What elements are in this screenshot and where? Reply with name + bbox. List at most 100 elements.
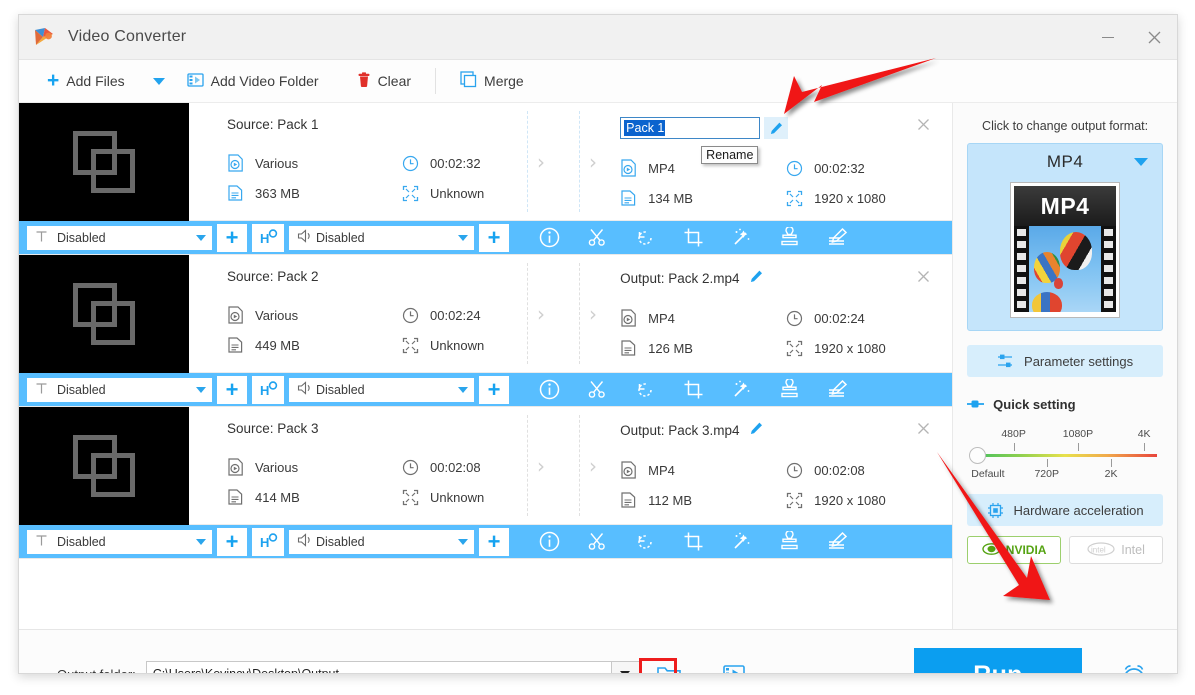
magic-wand-effect-icon[interactable]	[717, 373, 765, 407]
merge-squares-icon	[460, 71, 477, 91]
magic-wand-effect-icon[interactable]	[717, 525, 765, 559]
hardsub-button[interactable]: H	[252, 223, 284, 252]
video-thumbnail[interactable]	[19, 407, 189, 525]
clock-icon	[786, 310, 803, 327]
parameter-settings-button[interactable]: Parameter settings	[967, 345, 1163, 377]
speaker-icon	[297, 229, 314, 246]
intel-option[interactable]: intel Intel	[1069, 536, 1164, 564]
watermark-stamp-icon[interactable]	[765, 221, 813, 255]
rename-button[interactable]	[749, 421, 764, 439]
rotate-icon[interactable]	[621, 221, 669, 255]
bottom-bar: Output folder: C:\Users\Kevincy\Desktop\…	[19, 629, 1177, 674]
output-info: Output: Pack 2.mp4 MP4 00:02:24 126 MB 1…	[592, 255, 952, 372]
subtitle-edit-icon[interactable]	[813, 525, 861, 559]
add-subtitle-button[interactable]: +	[217, 223, 247, 252]
info-icon[interactable]	[525, 221, 573, 255]
add-subtitle-button[interactable]: +	[217, 527, 247, 556]
film-strip-left	[1014, 226, 1030, 312]
rotate-icon[interactable]	[621, 373, 669, 407]
add-files-dropdown-caret-down-icon[interactable]	[152, 77, 165, 85]
card-divider-2	[579, 111, 580, 212]
clear-button[interactable]: Clear	[351, 60, 417, 103]
minimize-icon	[1102, 37, 1114, 38]
crop-icon[interactable]	[669, 221, 717, 255]
output-title: Output: Pack 3.mp4	[620, 422, 740, 438]
run-button[interactable]: Run	[914, 648, 1082, 673]
info-icon[interactable]	[525, 373, 573, 407]
subtitle-select-value: Disabled	[57, 382, 106, 397]
add-files-button[interactable]: + Add Files	[41, 60, 131, 103]
nvidia-option[interactable]: NVIDIA	[967, 536, 1062, 564]
output-size: 134 MB	[620, 183, 786, 213]
crop-icon[interactable]	[669, 525, 717, 559]
output-format-selector[interactable]: MP4 MP4	[967, 143, 1163, 331]
close-button[interactable]	[1131, 15, 1177, 60]
source-info: Source: Pack 2 Various 00:02:24 449 MB U…	[189, 255, 597, 372]
add-audio-button[interactable]: +	[479, 527, 509, 556]
source-meta-row-2: 363 MB Unknown	[227, 178, 592, 208]
add-audio-button[interactable]: +	[479, 375, 509, 404]
video-thumbnail[interactable]	[19, 103, 189, 221]
open-output-media-button[interactable]	[722, 663, 746, 673]
add-audio-button[interactable]: +	[479, 223, 509, 252]
add-subtitle-button[interactable]: +	[217, 375, 247, 404]
film-strip-right	[1101, 226, 1117, 312]
rotate-icon[interactable]	[621, 525, 669, 559]
H-gear-icon: H	[260, 229, 277, 246]
info-icon[interactable]	[525, 525, 573, 559]
source-size-value: 363 MB	[255, 185, 300, 201]
file-card-main: Source: Pack 3 Various 00:02:08 414 MB U…	[19, 407, 953, 525]
magic-wand-effect-icon[interactable]	[717, 221, 765, 255]
audio-select-value: Disabled	[316, 230, 365, 245]
output-folder-input[interactable]: C:\Users\Kevincy\Desktop\Output	[145, 660, 612, 674]
format-thumbnail-band: MP4	[1014, 186, 1117, 226]
slider-knob[interactable]	[969, 447, 987, 464]
svg-text:H: H	[260, 383, 269, 398]
output-folder-value: C:\Users\Kevincy\Desktop\Output	[152, 667, 339, 674]
subtitle-edit-icon[interactable]	[813, 221, 861, 255]
watermark-stamp-icon[interactable]	[765, 373, 813, 407]
hardsub-button[interactable]: H	[252, 375, 284, 404]
remove-file-button[interactable]	[914, 267, 932, 285]
plus-icon: +	[225, 376, 239, 402]
body-split: Source: Pack 1 Various 00:02:32 363 MB U…	[19, 103, 1177, 629]
remove-file-button[interactable]	[914, 419, 932, 437]
subtitle-select[interactable]: Disabled	[27, 377, 212, 402]
scissors-cut-icon[interactable]	[573, 525, 621, 559]
output-format-value: MP4	[648, 310, 675, 326]
caret-down-icon[interactable]	[1134, 158, 1148, 166]
audio-select[interactable]: Disabled	[289, 225, 474, 250]
file-card: Source: Pack 2 Various 00:02:24 449 MB U…	[19, 255, 953, 407]
browse-folder-button[interactable]	[656, 663, 682, 673]
quality-slider[interactable]: 480P 1080P 4K Default 720P 2K	[969, 428, 1157, 490]
merge-button[interactable]: Merge	[454, 60, 530, 103]
remove-file-button[interactable]	[914, 115, 932, 133]
audio-select[interactable]: Disabled	[289, 377, 474, 402]
schedule-button[interactable]	[1119, 662, 1149, 673]
crop-icon[interactable]	[669, 373, 717, 407]
add-video-folder-button[interactable]: Add Video Folder	[181, 60, 325, 103]
minimize-button[interactable]	[1085, 15, 1131, 60]
document-icon	[227, 336, 244, 354]
subtitle-select[interactable]: Disabled	[27, 225, 212, 250]
open-folder-icon	[656, 667, 681, 673]
output-folder-dropdown-button[interactable]	[611, 660, 640, 673]
audio-select[interactable]: Disabled	[289, 529, 474, 554]
pencil-icon	[751, 422, 763, 434]
slider-label-1080p: 1080P	[1062, 428, 1094, 440]
output-folder-label: Output folder:	[57, 666, 136, 674]
subtitle-select[interactable]: Disabled	[27, 529, 212, 554]
rename-confirm-button[interactable]	[764, 117, 789, 139]
rename-input[interactable]: Pack 1	[620, 117, 761, 139]
output-format: MP4	[620, 455, 786, 485]
rename-button[interactable]	[749, 269, 764, 287]
output-meta-row-2: 112 MB 1920 x 1080	[620, 485, 952, 515]
subtitle-edit-icon[interactable]	[813, 373, 861, 407]
video-thumbnail[interactable]	[19, 255, 189, 373]
hardware-acceleration-button[interactable]: Hardware acceleration	[967, 494, 1163, 526]
watermark-stamp-icon[interactable]	[765, 525, 813, 559]
hardsub-button[interactable]: H	[252, 527, 284, 556]
scissors-cut-icon[interactable]	[573, 221, 621, 255]
scissors-cut-icon[interactable]	[573, 373, 621, 407]
source-meta-row-2: 449 MB Unknown	[227, 330, 592, 360]
